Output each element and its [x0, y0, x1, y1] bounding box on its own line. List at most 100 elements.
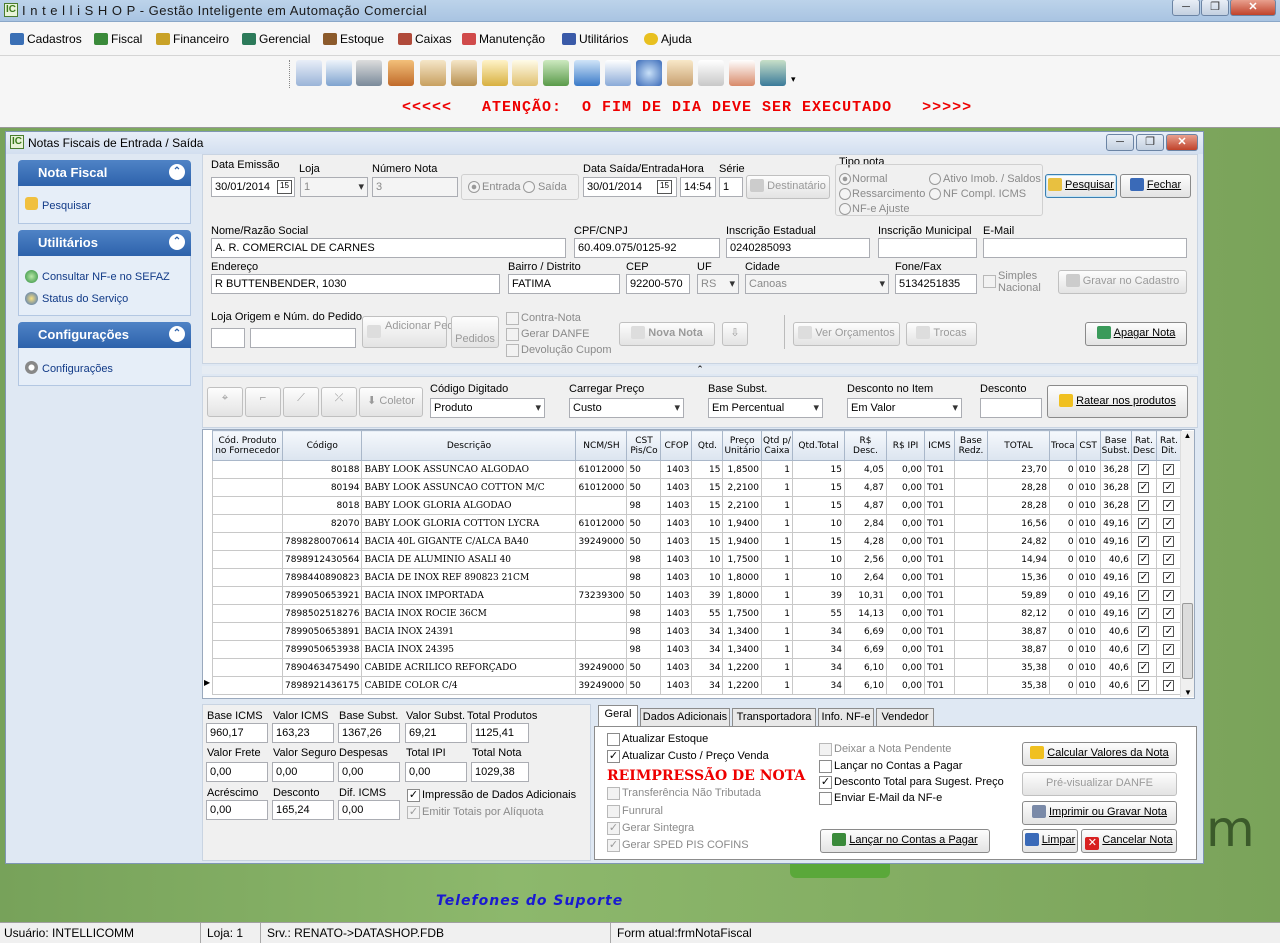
- fourth-tool-button[interactable]: ⤫: [321, 387, 357, 417]
- table-row[interactable]: 7899050653938 BACIA INOX 24395 98 1403 34 1,3…: [212, 640, 1182, 659]
- rat-checkbox[interactable]: ✓: [1163, 482, 1175, 493]
- rat-checkbox[interactable]: ✓: [1138, 482, 1150, 493]
- tipo-ressarcimento-radio[interactable]: [839, 188, 851, 200]
- calendar-icon[interactable]: 15: [277, 180, 292, 194]
- rat-checkbox[interactable]: ✓: [1163, 500, 1175, 511]
- menu-manutencao[interactable]: Manutenção: [462, 32, 545, 46]
- window-close-button[interactable]: ✕: [1166, 134, 1198, 151]
- window-minimize-button[interactable]: ─: [1106, 134, 1134, 151]
- nome-field[interactable]: A. R. COMERCIAL DE CARNES: [211, 238, 566, 258]
- table-row[interactable]: 7898280070614 BACIA 40L GIGANTE C/ALCA BA…: [212, 532, 1182, 551]
- column-header[interactable]: ICMS: [924, 430, 955, 461]
- tb-globe-icon[interactable]: [636, 60, 662, 86]
- column-header[interactable]: R$ Desc.: [844, 430, 887, 461]
- tab-info-nfe[interactable]: Info. NF-e: [818, 708, 874, 726]
- menu-estoque[interactable]: Estoque: [323, 32, 384, 46]
- dif-icms-field[interactable]: 0,00: [338, 800, 400, 820]
- ratear-button[interactable]: Ratear nos produtos: [1047, 385, 1188, 418]
- table-row[interactable]: 7890463475490 CABIDE ACRILICO REFORÇADO 39…: [212, 658, 1182, 677]
- table-row[interactable]: 7898502518276 BACIA INOX ROCIE 36CM 98 1403…: [212, 604, 1182, 623]
- valor-icms-field[interactable]: 163,23: [272, 723, 334, 743]
- desconto-total-sugest-checkbox[interactable]: ✓: [819, 776, 832, 789]
- carregar-preco-select[interactable]: Custo: [569, 398, 684, 418]
- tipo-ativo-radio[interactable]: [929, 173, 941, 185]
- despesas-field[interactable]: 0,00: [338, 762, 400, 782]
- menu-financeiro[interactable]: Financeiro: [156, 32, 229, 46]
- support-phones-label[interactable]: Telefones do Suporte: [436, 893, 623, 909]
- sidebar-item-configuracoes[interactable]: Configurações: [42, 363, 113, 375]
- column-header[interactable]: R$ IPI: [886, 430, 925, 461]
- total-nota-field[interactable]: 1029,38: [471, 762, 529, 782]
- nota-pendente-checkbox[interactable]: [819, 743, 832, 756]
- emitir-totais-checkbox[interactable]: ✓: [407, 806, 420, 819]
- loja-origem-field[interactable]: [211, 328, 245, 348]
- table-row[interactable]: 7898912430564 BACIA DE ALUMINIO ASALI 40 9…: [212, 550, 1182, 569]
- column-header[interactable]: Cód. Produto no Fornecedor: [212, 430, 283, 461]
- rat-checkbox[interactable]: ✓: [1138, 644, 1150, 655]
- total-ipi-field[interactable]: 0,00: [405, 762, 467, 782]
- sidebar-item-consultar-nfe[interactable]: Consultar NF-e no SEFAZ: [42, 271, 170, 283]
- ie-field[interactable]: 0240285093: [726, 238, 870, 258]
- entrada-radio[interactable]: [468, 181, 480, 193]
- contra-nota-checkbox[interactable]: [506, 312, 519, 325]
- imprimir-gravar-button[interactable]: Imprimir ou Gravar Nota: [1022, 801, 1177, 825]
- rat-checkbox[interactable]: ✓: [1138, 572, 1150, 583]
- desconto-field[interactable]: [980, 398, 1042, 418]
- collapse-icon[interactable]: ⌃: [169, 234, 185, 250]
- table-row[interactable]: 80194 BABY LOOK ASSUNCAO COTTON M/C 610120…: [212, 478, 1182, 497]
- collapse-icon[interactable]: ⌃: [169, 164, 185, 180]
- calcular-valores-button[interactable]: Calcular Valores da Nota: [1022, 742, 1177, 766]
- codigo-digitado-select[interactable]: Produto: [430, 398, 545, 418]
- tipo-normal-radio[interactable]: [839, 173, 851, 185]
- valor-frete-field[interactable]: 0,00: [206, 762, 268, 782]
- saida-radio[interactable]: [523, 181, 535, 193]
- column-header[interactable]: NCM/SH: [575, 430, 628, 461]
- column-header[interactable]: Base Subst.: [1099, 430, 1132, 461]
- table-row[interactable]: 7898440890823 BACIA DE INOX REF 890823 21…: [212, 568, 1182, 587]
- second-tool-button[interactable]: ⌐: [245, 387, 281, 417]
- tipo-ajuste-radio[interactable]: [839, 203, 851, 215]
- menu-caixas[interactable]: Caixas: [398, 32, 452, 46]
- rat-checkbox[interactable]: ✓: [1138, 464, 1150, 475]
- column-header[interactable]: Base Redz.: [954, 430, 988, 461]
- rat-checkbox[interactable]: ✓: [1163, 536, 1175, 547]
- rat-checkbox[interactable]: ✓: [1138, 500, 1150, 511]
- menu-utilitarios[interactable]: Utilitários: [562, 32, 628, 46]
- uf-select[interactable]: RS: [697, 274, 739, 294]
- tb-users-icon[interactable]: [388, 60, 414, 86]
- table-row[interactable]: 7899050653891 BACIA INOX 24391 98 1403 34 1,3…: [212, 622, 1182, 641]
- tab-geral[interactable]: Geral: [598, 705, 638, 726]
- window-maximize-button[interactable]: ❐: [1136, 134, 1164, 151]
- pedidos-button[interactable]: Pedidos: [451, 316, 499, 348]
- ver-orcamentos-button[interactable]: Ver Orçamentos: [793, 322, 900, 346]
- lancar-contas-button[interactable]: Lançar no Contas a Pagar: [820, 829, 990, 853]
- sidebar-conf-header[interactable]: Configurações ⌃: [18, 322, 191, 348]
- tb-book-icon[interactable]: [356, 60, 382, 86]
- impressao-dados-checkbox[interactable]: ✓: [407, 789, 420, 802]
- destinatario-button[interactable]: Destinatário: [746, 175, 830, 199]
- column-header[interactable]: Qtd.: [691, 430, 724, 461]
- rat-checkbox[interactable]: ✓: [1138, 518, 1150, 529]
- rat-checkbox[interactable]: ✓: [1163, 626, 1175, 637]
- column-header[interactable]: Descrição: [361, 430, 577, 461]
- previsualizar-danfe-button[interactable]: Pré-visualizar DANFE: [1022, 772, 1177, 796]
- download-button[interactable]: ⇩: [722, 322, 748, 346]
- sidebar-util-header[interactable]: Utilitários ⌃: [18, 230, 191, 256]
- app-titlebar[interactable]: IC I n t e l l i S H O P - Gestão Inteli…: [0, 0, 1280, 22]
- hora-field[interactable]: 14:54: [680, 177, 716, 197]
- pedido-field[interactable]: [250, 328, 356, 348]
- tb-monitor-icon[interactable]: [574, 60, 600, 86]
- rat-checkbox[interactable]: ✓: [1138, 680, 1150, 691]
- column-header[interactable]: Qtd p/ Caixa: [761, 430, 793, 461]
- rat-checkbox[interactable]: ✓: [1138, 554, 1150, 565]
- nova-nota-button[interactable]: Nova Nota: [619, 322, 715, 346]
- tb-calendar2-icon[interactable]: [729, 60, 755, 86]
- toolbar-overflow-icon[interactable]: ▾: [791, 74, 796, 85]
- rat-checkbox[interactable]: ✓: [1163, 608, 1175, 619]
- calendar-icon[interactable]: 15: [657, 180, 672, 194]
- tb-edit-icon[interactable]: [482, 60, 508, 86]
- table-row[interactable]: 80188 BABY LOOK ASSUNCAO ALGODAO 61012000 5…: [212, 460, 1182, 479]
- sidebar-nota-header[interactable]: Nota Fiscal ⌃: [18, 160, 191, 186]
- numero-nota-field[interactable]: 3: [372, 177, 458, 197]
- splitter-handle[interactable]: ⌃: [202, 365, 1198, 374]
